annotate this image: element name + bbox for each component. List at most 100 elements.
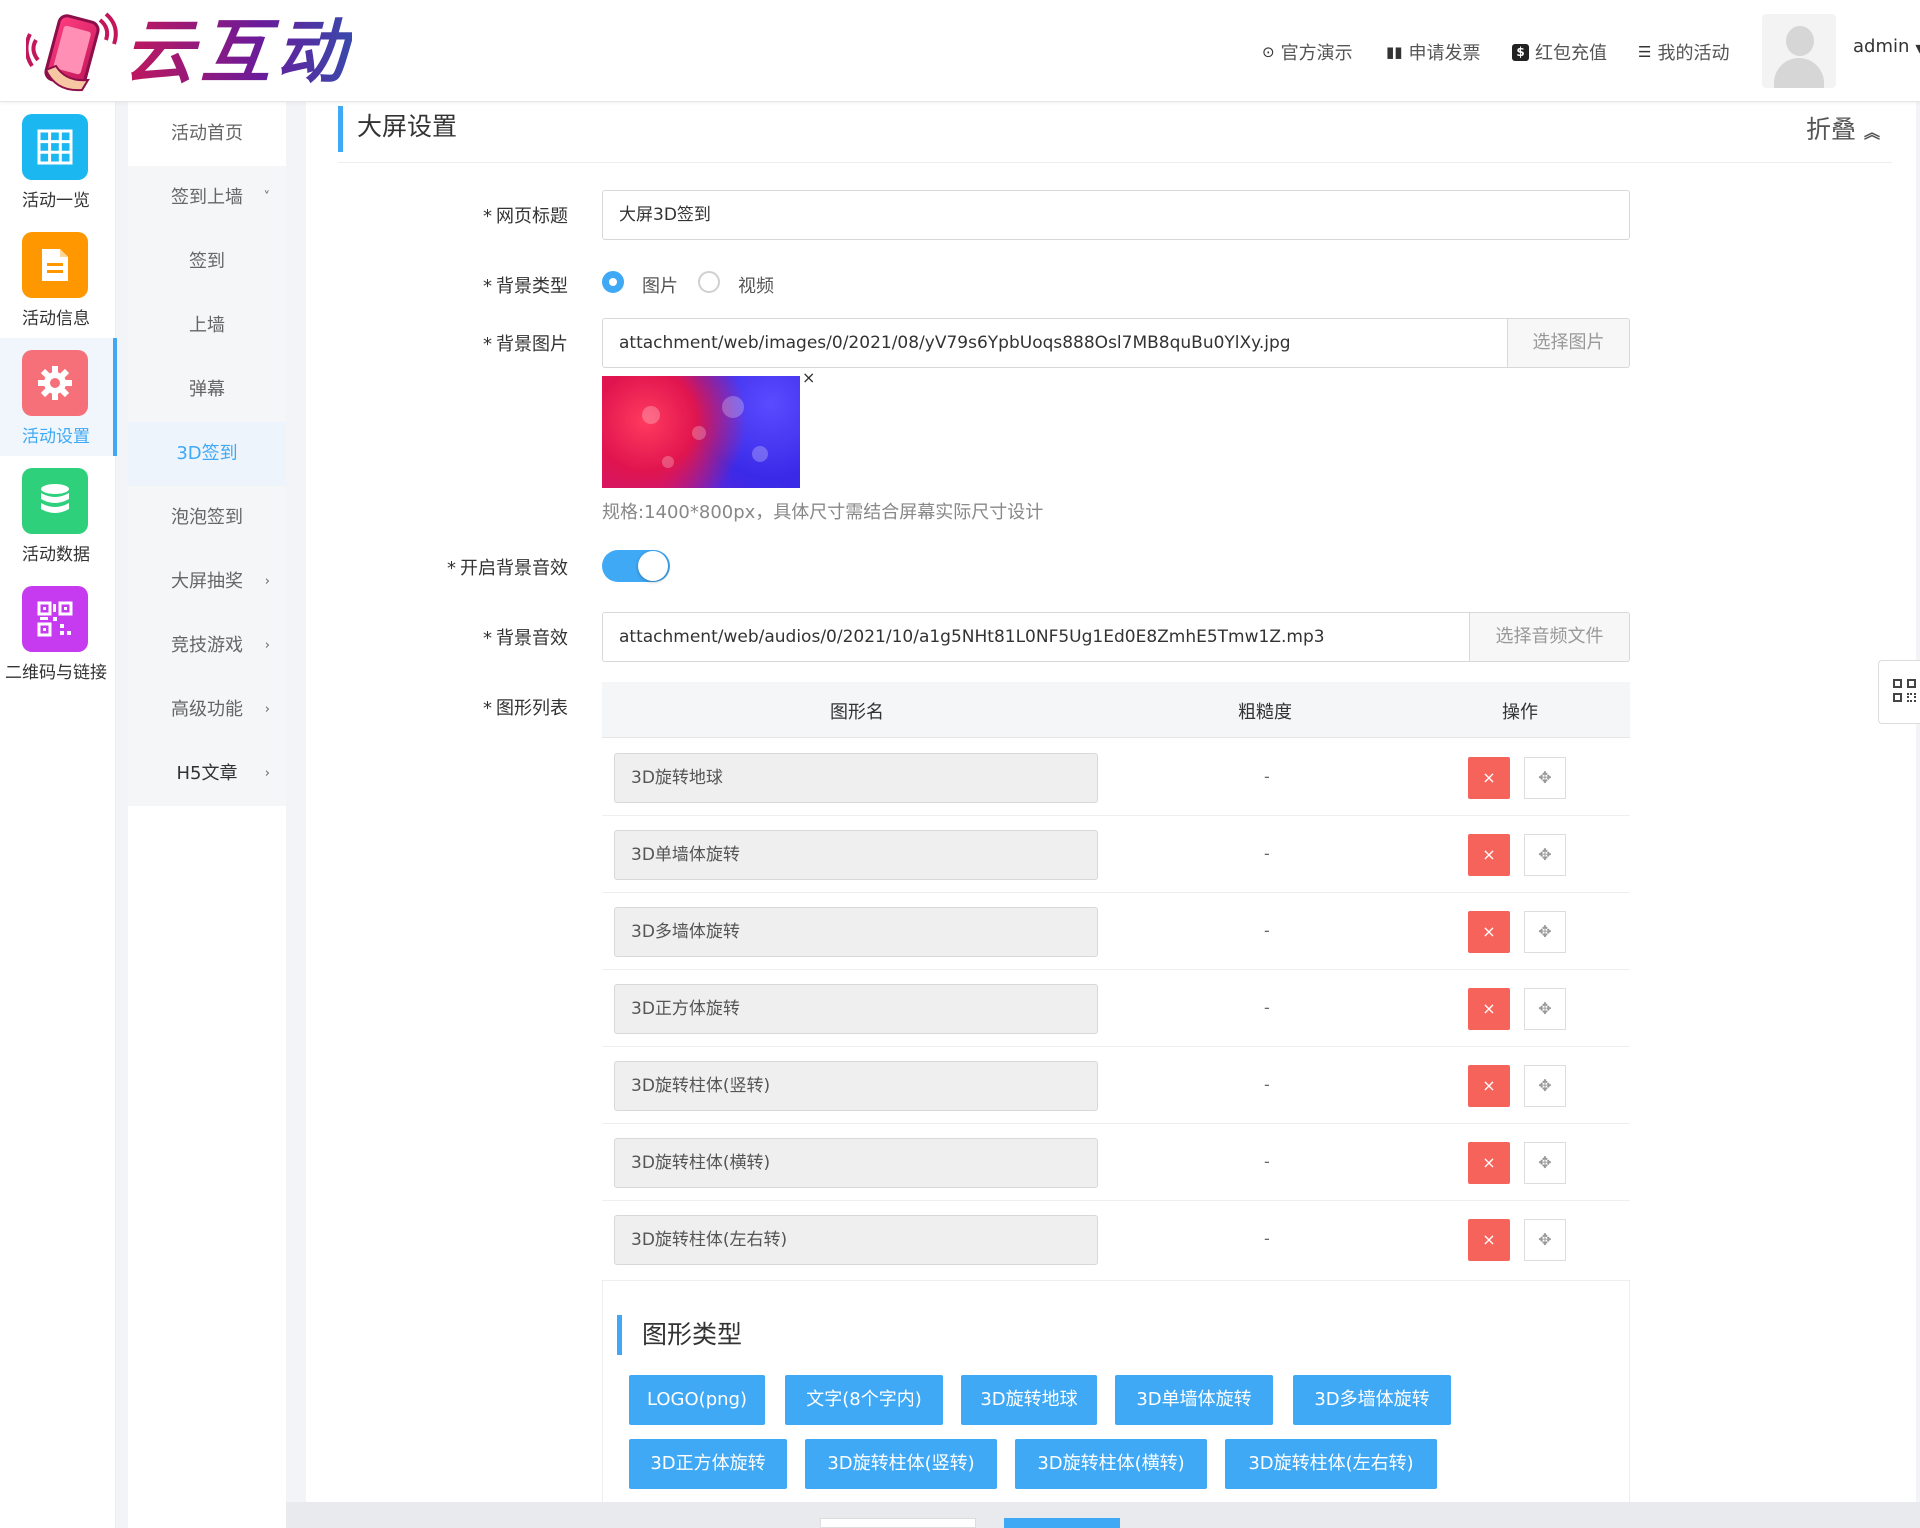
nav-my-activities[interactable]: ☰ 我的活动 (1638, 38, 1729, 66)
nav-demo[interactable]: ⊙ 官方演示 (1262, 38, 1353, 66)
list-icon: ☰ (1638, 43, 1652, 61)
sidebar-item-activity-data[interactable]: 活动数据 (0, 456, 116, 574)
add-shape-cube-button[interactable]: 3D正方体旋转 (629, 1439, 787, 1489)
qr-square (1893, 679, 1902, 688)
delete-button[interactable]: × (1468, 834, 1510, 876)
sidebar-item-activity-settings[interactable]: 活动设置 (0, 338, 117, 456)
delete-button[interactable]: × (1468, 757, 1510, 799)
qr-square (1907, 679, 1916, 688)
sidebar-item-activity-overview[interactable]: 活动一览 (0, 102, 116, 220)
bg-music-path-input[interactable]: attachment/web/audios/0/2021/10/a1g5NHt8… (602, 612, 1470, 662)
chevron-right-icon: › (264, 638, 270, 653)
nav-invoice[interactable]: ▮▮ 申请发票 (1386, 38, 1481, 66)
drag-handle-icon[interactable]: ✥ (1524, 911, 1566, 953)
footer-primary-button[interactable] (1004, 1518, 1120, 1528)
nav-recharge[interactable]: $ 红包充值 (1512, 38, 1607, 66)
gear-icon (22, 350, 88, 416)
bg-type-video-label: 视频 (738, 276, 774, 297)
shape-name-field[interactable]: 3D旋转柱体(左右转) (614, 1215, 1098, 1265)
drag-handle-icon[interactable]: ✥ (1524, 1219, 1566, 1261)
divider (338, 162, 1892, 163)
add-shape-column-vertical-button[interactable]: 3D旋转柱体(竖转) (805, 1439, 997, 1489)
add-shape-column-horizontal-button[interactable]: 3D旋转柱体(横转) (1015, 1439, 1207, 1489)
shape-name-field[interactable]: 3D正方体旋转 (614, 984, 1098, 1034)
subnav-label: 活动首页 (171, 123, 243, 144)
subnav-games[interactable]: 竞技游戏 › (128, 614, 286, 678)
add-shape-text-button[interactable]: 文字(8个字内) (785, 1375, 943, 1425)
toggle-knob (638, 551, 668, 581)
bg-type-label: * 背景类型 (483, 276, 568, 297)
bg-type-image-label: 图片 (642, 276, 678, 297)
col-shape-name: 图形名 (830, 702, 884, 723)
shape-list-label: * 图形列表 (483, 698, 568, 719)
bg-image-path-input[interactable]: attachment/web/images/0/2021/08/yV79s6Yp… (602, 318, 1508, 368)
sidebar-item-qrcode-links[interactable]: 二维码与链接 (0, 574, 116, 692)
footer-secondary-button[interactable] (820, 1518, 976, 1528)
avatar[interactable] (1762, 14, 1836, 88)
nav-recharge-label: 红包充值 (1535, 43, 1607, 64)
bg-image-label: * 背景图片 (483, 334, 568, 355)
subnav-lottery[interactable]: 大屏抽奖 › (128, 550, 286, 614)
subnav-wall[interactable]: 上墙 (128, 294, 286, 358)
subnav-signin[interactable]: 签到 (128, 230, 286, 294)
shape-name-field[interactable]: 3D旋转柱体(横转) (614, 1138, 1098, 1188)
drag-handle-icon[interactable]: ✥ (1524, 1065, 1566, 1107)
subnav-3d-signin[interactable]: 3D签到 (128, 422, 286, 486)
delete-button[interactable]: × (1468, 1142, 1510, 1184)
subnav-label: 弹幕 (189, 379, 225, 400)
choose-audio-button[interactable]: 选择音频文件 (1470, 612, 1630, 662)
shape-types-title: 图形类型 (617, 1315, 742, 1355)
remove-image-button[interactable]: × (802, 368, 815, 387)
avatar-head (1786, 26, 1814, 56)
table-row: 3D旋转柱体(竖转) - × ✥ (602, 1047, 1630, 1124)
roughness-value: - (1264, 921, 1270, 940)
subnav-label: 泡泡签到 (171, 507, 243, 528)
delete-button[interactable]: × (1468, 988, 1510, 1030)
fold-label: 折叠 (1806, 115, 1857, 144)
app-logo[interactable]: 云互动 (26, 6, 356, 96)
username: admin (1853, 36, 1910, 57)
table-row: 3D旋转柱体(横转) - × ✥ (602, 1124, 1630, 1201)
delete-button[interactable]: × (1468, 1065, 1510, 1107)
logo-text: 云互动 (124, 11, 352, 93)
subnav-label: 上墙 (189, 315, 225, 336)
drag-handle-icon[interactable]: ✥ (1524, 1142, 1566, 1184)
shape-name-field[interactable]: 3D旋转柱体(竖转) (614, 1061, 1098, 1111)
choose-image-button[interactable]: 选择图片 (1508, 318, 1630, 368)
bg-image-hint: 规格:1400*800px，具体尺寸需结合屏幕实际尺寸设计 (602, 502, 1044, 523)
delete-button[interactable]: × (1468, 911, 1510, 953)
user-menu[interactable]: admin ▼ (1853, 36, 1920, 57)
add-shape-column-leftright-button[interactable]: 3D旋转柱体(左右转) (1225, 1439, 1437, 1489)
section-title: 大屏设置 (338, 106, 457, 152)
caret-down-icon: ▼ (1915, 42, 1920, 55)
shape-name-field[interactable]: 3D旋转地球 (614, 753, 1098, 803)
drag-handle-icon[interactable]: ✥ (1524, 757, 1566, 799)
bg-type-image-radio[interactable] (602, 271, 624, 293)
subnav-danmaku[interactable]: 弹幕 (128, 358, 286, 422)
drag-handle-icon[interactable]: ✥ (1524, 988, 1566, 1030)
add-shape-logo-button[interactable]: LOGO(png) (629, 1375, 765, 1425)
add-shape-multi-wall-button[interactable]: 3D多墙体旋转 (1293, 1375, 1451, 1425)
subnav-advanced[interactable]: 高级功能 › (128, 678, 286, 742)
page-title-label: * 网页标题 (483, 206, 568, 227)
add-shape-globe-button[interactable]: 3D旋转地球 (961, 1375, 1097, 1425)
sidebar-item-activity-info[interactable]: 活动信息 (0, 220, 116, 338)
bg-music-toggle[interactable] (602, 550, 670, 582)
shape-name-field[interactable]: 3D多墙体旋转 (614, 907, 1098, 957)
add-shape-single-wall-button[interactable]: 3D单墙体旋转 (1115, 1375, 1273, 1425)
fold-button[interactable]: 折叠 ︽ (1806, 110, 1880, 146)
subnav-activity-home[interactable]: 活动首页 (128, 102, 286, 166)
roughness-value: - (1264, 1229, 1270, 1248)
subnav-label: 签到上墙 (171, 187, 243, 208)
bg-type-video-radio[interactable] (698, 271, 720, 293)
subnav-bubble-signin[interactable]: 泡泡签到 (128, 486, 286, 550)
chevron-right-icon: › (264, 574, 270, 589)
delete-button[interactable]: × (1468, 1219, 1510, 1261)
drag-handle-icon[interactable]: ✥ (1524, 834, 1566, 876)
subnav-label: 3D签到 (176, 443, 238, 464)
shape-name-field[interactable]: 3D单墙体旋转 (614, 830, 1098, 880)
floating-qrcode-button[interactable] (1878, 660, 1920, 724)
subnav-h5-article[interactable]: H5文章 › (128, 742, 286, 806)
page-title-input[interactable]: 大屏3D签到 (602, 190, 1630, 240)
subnav-signin-wall[interactable]: 签到上墙 ˅ (128, 166, 286, 230)
